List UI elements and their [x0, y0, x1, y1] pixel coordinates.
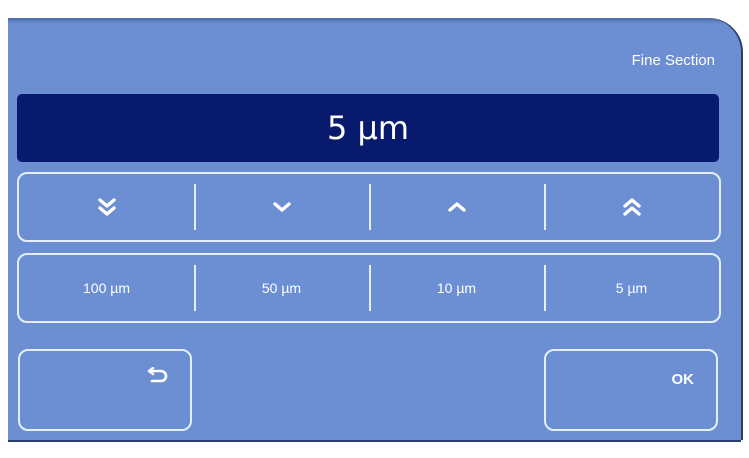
step-label: 50 µm: [261, 280, 302, 296]
double-chevron-down-icon: [97, 198, 116, 216]
step-size-row: 100 µm 50 µm 10 µm 5 µm: [17, 253, 721, 323]
step-10-button[interactable]: 10 µm: [369, 255, 544, 321]
ok-button[interactable]: OK: [544, 349, 718, 431]
fine-section-dialog: Fine Section 5 µm 100 µm 50 µm 10 µm 5 µ…: [8, 18, 741, 440]
fast-down-button[interactable]: [19, 174, 194, 240]
dialog-title: Fine Section: [631, 52, 715, 69]
down-button[interactable]: [194, 174, 369, 240]
chevron-down-icon: [272, 202, 291, 212]
value-display: 5 µm: [17, 94, 719, 162]
ok-label: OK: [671, 371, 695, 388]
step-100-button[interactable]: 100 µm: [19, 255, 194, 321]
chevron-up-icon: [447, 202, 466, 212]
step-5-button[interactable]: 5 µm: [544, 255, 719, 321]
step-50-button[interactable]: 50 µm: [194, 255, 369, 321]
arrow-button-row: [17, 172, 721, 242]
double-chevron-up-icon: [622, 198, 641, 216]
back-button[interactable]: [18, 349, 192, 431]
up-button[interactable]: [369, 174, 544, 240]
step-label: 10 µm: [436, 280, 477, 296]
fast-up-button[interactable]: [544, 174, 719, 240]
step-label: 100 µm: [83, 280, 130, 296]
step-label: 5 µm: [615, 280, 648, 296]
return-arrow-icon: [147, 367, 168, 383]
